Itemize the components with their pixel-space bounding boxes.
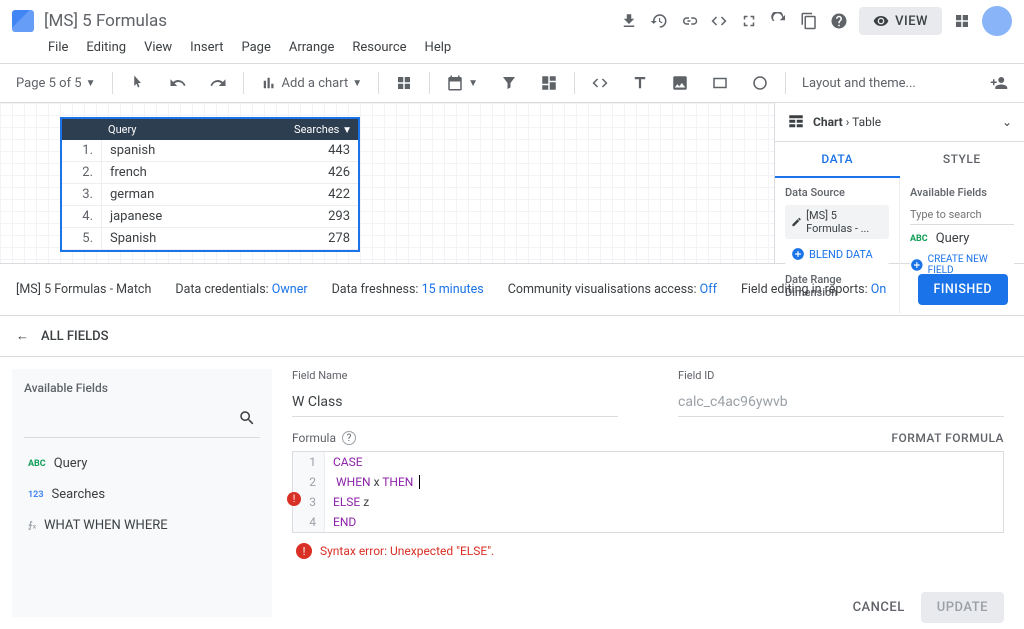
pencil-icon: [791, 215, 802, 229]
menu-page[interactable]: Page: [241, 40, 270, 55]
formula-editor: Field Name W Class Field ID calc_c4ac96y…: [284, 357, 1024, 629]
sidebar-title: Available Fields: [24, 381, 260, 395]
number-icon: 123: [28, 490, 44, 500]
page-selector[interactable]: Page 5 of 5 ▼: [10, 72, 102, 95]
doc-title[interactable]: [MS] 5 Formulas: [44, 11, 167, 31]
circle-icon[interactable]: [745, 70, 775, 96]
col-query[interactable]: Query: [102, 119, 278, 140]
view-button[interactable]: VIEW: [859, 7, 942, 35]
help-icon[interactable]: ?: [342, 431, 356, 445]
table-row: 1.spanish443: [62, 140, 358, 162]
url-embed-icon[interactable]: [585, 70, 615, 96]
field-id-value: calc_c4ac96ywvb: [678, 388, 1004, 417]
table-row: 5.Spanish278: [62, 228, 358, 250]
formula-label: Formula: [292, 431, 336, 445]
finished-button[interactable]: FINISHED: [918, 274, 1009, 305]
format-formula-button[interactable]: FORMAT FORMULA: [891, 431, 1004, 445]
image-icon[interactable]: [665, 70, 695, 96]
data-icon[interactable]: [534, 70, 564, 96]
menu-insert[interactable]: Insert: [190, 40, 223, 55]
breadcrumb: Chart › Table: [813, 115, 881, 129]
layout-theme-button[interactable]: Layout and theme...: [796, 72, 922, 95]
table-icon: [787, 113, 805, 131]
rectangle-icon[interactable]: [705, 70, 735, 96]
source-title: [MS] 5 Formulas - Match: [16, 282, 151, 297]
field-query[interactable]: Query: [936, 231, 970, 246]
data-source-chip[interactable]: [MS] 5 Formulas - ...: [785, 205, 889, 239]
filter-icon[interactable]: [494, 70, 524, 96]
avatar[interactable]: [982, 6, 1012, 36]
download-icon[interactable]: [619, 11, 639, 31]
menu-bar: File Editing View Insert Page Arrange Re…: [0, 36, 1024, 64]
fields-sidebar: Available Fields ABCQuery 123Searches ⨍ₓ…: [12, 369, 272, 617]
date-range-icon[interactable]: ▼: [440, 70, 484, 96]
menu-view[interactable]: View: [144, 40, 172, 55]
sidebar-field-searches[interactable]: 123Searches: [24, 479, 260, 510]
table-row: 4.japanese293: [62, 206, 358, 228]
data-credentials[interactable]: Data credentials: Owner: [175, 282, 307, 297]
back-arrow-icon[interactable]: ←: [16, 328, 29, 344]
menu-file[interactable]: File: [48, 40, 68, 55]
error-message: Syntax error: Unexpected "ELSE".: [320, 544, 494, 558]
text-icon[interactable]: [625, 70, 655, 96]
sidebar-field-www[interactable]: ⨍ₓWHAT WHEN WHERE: [24, 510, 260, 541]
copy-icon[interactable]: [799, 11, 819, 31]
menu-arrange[interactable]: Arrange: [289, 40, 334, 55]
blend-data-button[interactable]: BLEND DATA: [785, 243, 889, 265]
history-icon[interactable]: [649, 11, 669, 31]
help-icon[interactable]: [829, 11, 849, 31]
col-searches[interactable]: Searches ▼: [278, 119, 358, 140]
fullscreen-icon[interactable]: [739, 11, 759, 31]
field-name-label: Field Name: [292, 369, 618, 382]
embed-icon[interactable]: [709, 11, 729, 31]
app-logo: [12, 10, 34, 32]
canvas[interactable]: Query Searches ▼ 1.spanish443 2.french42…: [0, 103, 774, 263]
redo-icon[interactable]: [203, 70, 233, 96]
error-icon: !: [287, 492, 301, 506]
refresh-icon[interactable]: [769, 11, 789, 31]
menu-resource[interactable]: Resource: [352, 40, 406, 55]
menu-help[interactable]: Help: [425, 40, 452, 55]
chevron-down-icon[interactable]: ⌄: [1002, 115, 1012, 129]
add-people-icon[interactable]: [984, 70, 1014, 96]
community-viz-icon[interactable]: [389, 70, 419, 96]
code-editor[interactable]: 1CASE 2 WHEN x THEN !3ELSE z 4END: [292, 451, 1004, 533]
properties-panel: Chart › Table ⌄ DATA STYLE Data Source […: [774, 103, 1024, 263]
community-viz-access[interactable]: Community visualisations access: Off: [508, 282, 717, 297]
table-row: 2.french426: [62, 162, 358, 184]
field-editing[interactable]: Field editing in reports: On: [741, 282, 886, 297]
sidebar-field-query[interactable]: ABCQuery: [24, 448, 260, 479]
field-id-label: Field ID: [678, 369, 1004, 382]
fx-icon: ⨍ₓ: [28, 520, 36, 531]
abc-icon: ABC: [28, 459, 46, 469]
add-chart-button[interactable]: Add a chart ▼: [254, 70, 369, 96]
data-source-label: Data Source: [785, 186, 889, 199]
link-icon[interactable]: [679, 11, 699, 31]
select-tool-icon[interactable]: [123, 70, 153, 96]
field-name-input[interactable]: W Class: [292, 388, 618, 417]
available-fields-label: Available Fields: [910, 186, 1014, 199]
cancel-button[interactable]: CANCEL: [853, 600, 905, 615]
menu-editing[interactable]: Editing: [86, 40, 126, 55]
grid-icon[interactable]: [952, 11, 972, 31]
table-row: 3.german422: [62, 184, 358, 206]
tab-data[interactable]: DATA: [775, 142, 900, 178]
search-icon[interactable]: [24, 403, 260, 438]
field-search-input[interactable]: [910, 205, 1014, 225]
data-table: Query Searches ▼ 1.spanish443 2.french42…: [60, 117, 360, 252]
data-freshness[interactable]: Data freshness: 15 minutes: [332, 282, 484, 297]
abc-icon: ABC: [910, 234, 928, 244]
error-icon: !: [296, 543, 312, 559]
undo-icon[interactable]: [163, 70, 193, 96]
tab-style[interactable]: STYLE: [900, 142, 1024, 178]
all-fields-label: ALL FIELDS: [41, 329, 108, 344]
update-button[interactable]: UPDATE: [921, 592, 1004, 623]
